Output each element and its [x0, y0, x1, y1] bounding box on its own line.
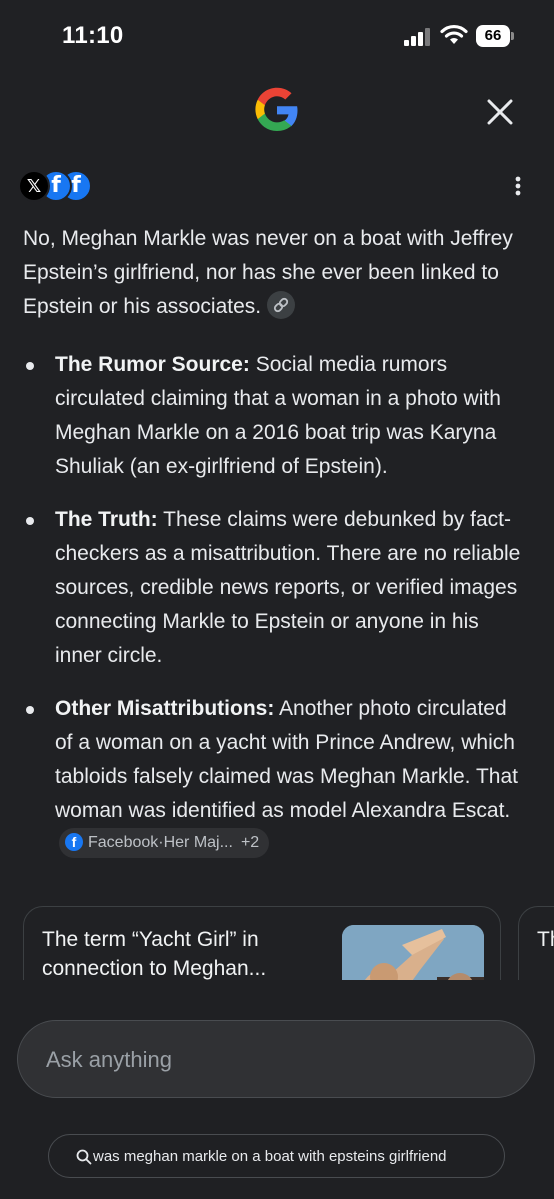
more-vert-icon[interactable]: [506, 172, 530, 200]
source-favicons[interactable]: f f 𝕏: [18, 170, 98, 202]
status-time: 11:10: [62, 22, 124, 49]
close-icon[interactable]: [480, 92, 520, 132]
bullet-label: The Rumor Source:: [55, 353, 250, 376]
query-text: was meghan markle on a boat with epstein…: [93, 1148, 447, 1165]
link-icon[interactable]: [267, 291, 296, 320]
answer-intro: No, Meghan Markle was never on a boat wi…: [23, 227, 513, 320]
battery-nub: [511, 32, 514, 40]
ask-placeholder: Ask anything: [46, 1047, 172, 1072]
bullet-label: The Truth:: [55, 508, 158, 531]
status-bar: 11:10 66: [0, 0, 554, 72]
list-item: Other Misattributions: Another photo cir…: [23, 692, 528, 862]
battery-indicator: 66: [476, 25, 514, 47]
card-title: Th re: [537, 928, 554, 951]
card-title: The term “Yacht Girl” in connection to M…: [42, 928, 267, 980]
list-item: The Truth: These claims were debunked by…: [23, 503, 528, 673]
ask-input[interactable]: Ask anything: [17, 1020, 535, 1098]
bullet-text: These claims were debunked by fact-check…: [55, 508, 521, 667]
source-chip[interactable]: f Facebook·Her Maj... +2: [59, 828, 270, 859]
x-icon: 𝕏: [18, 170, 50, 202]
search-icon: [76, 1149, 92, 1165]
bullet-label: Other Misattributions:: [55, 697, 275, 720]
list-item: The Rumor Source: Social media rumors ci…: [23, 348, 528, 484]
answer-bullets: The Rumor Source: Social media rumors ci…: [23, 348, 528, 862]
wifi-icon: [440, 24, 468, 44]
source-chip-count: +2: [240, 834, 260, 852]
google-g-icon: [255, 87, 298, 131]
ai-answer: No, Meghan Markle was never on a boat wi…: [23, 222, 528, 881]
battery-level: 66: [476, 25, 510, 47]
source-chip-name: Facebook: [88, 834, 159, 852]
facebook-icon: f: [65, 833, 83, 852]
source-chip-more: Her Maj...: [163, 834, 233, 852]
query-chip[interactable]: was meghan markle on a boat with epstein…: [48, 1134, 505, 1178]
cellular-signal-icon: [404, 28, 430, 46]
